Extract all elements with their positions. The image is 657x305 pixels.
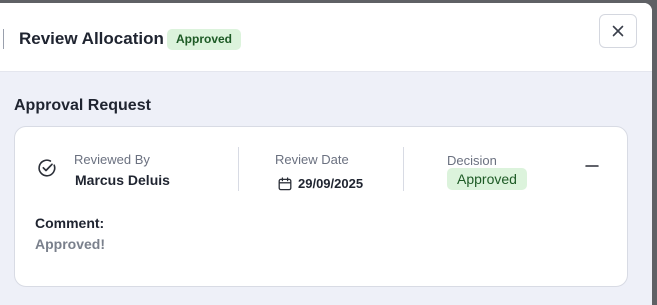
decision-label: Decision	[447, 153, 497, 168]
divider	[403, 147, 404, 191]
collapse-button[interactable]	[583, 157, 601, 175]
minus-icon	[585, 165, 599, 167]
review-allocation-panel: Review Allocation Approved Approval Requ…	[0, 3, 652, 305]
divider	[238, 147, 239, 191]
comment-label: Comment:	[35, 215, 105, 231]
reviewed-by-label: Reviewed By	[74, 152, 150, 167]
reviewed-by-value: Marcus Deluis	[75, 172, 170, 188]
comment-text: Approved!	[35, 236, 105, 252]
panel-header: Review Allocation Approved	[0, 3, 652, 72]
header-accent-bar	[3, 29, 4, 49]
approval-card: Reviewed By Marcus Deluis Review Date 29…	[14, 126, 628, 287]
close-button[interactable]	[599, 14, 637, 48]
section-title: Approval Request	[14, 97, 151, 114]
page-title: Review Allocation	[19, 29, 164, 48]
check-circle-icon	[38, 159, 56, 177]
review-date-label: Review Date	[275, 152, 349, 167]
calendar-icon	[278, 177, 292, 191]
review-date-value: 29/09/2025	[298, 176, 364, 191]
status-badge: Approved	[167, 29, 242, 50]
close-icon	[612, 25, 624, 37]
decision-badge: Approved	[447, 168, 527, 190]
